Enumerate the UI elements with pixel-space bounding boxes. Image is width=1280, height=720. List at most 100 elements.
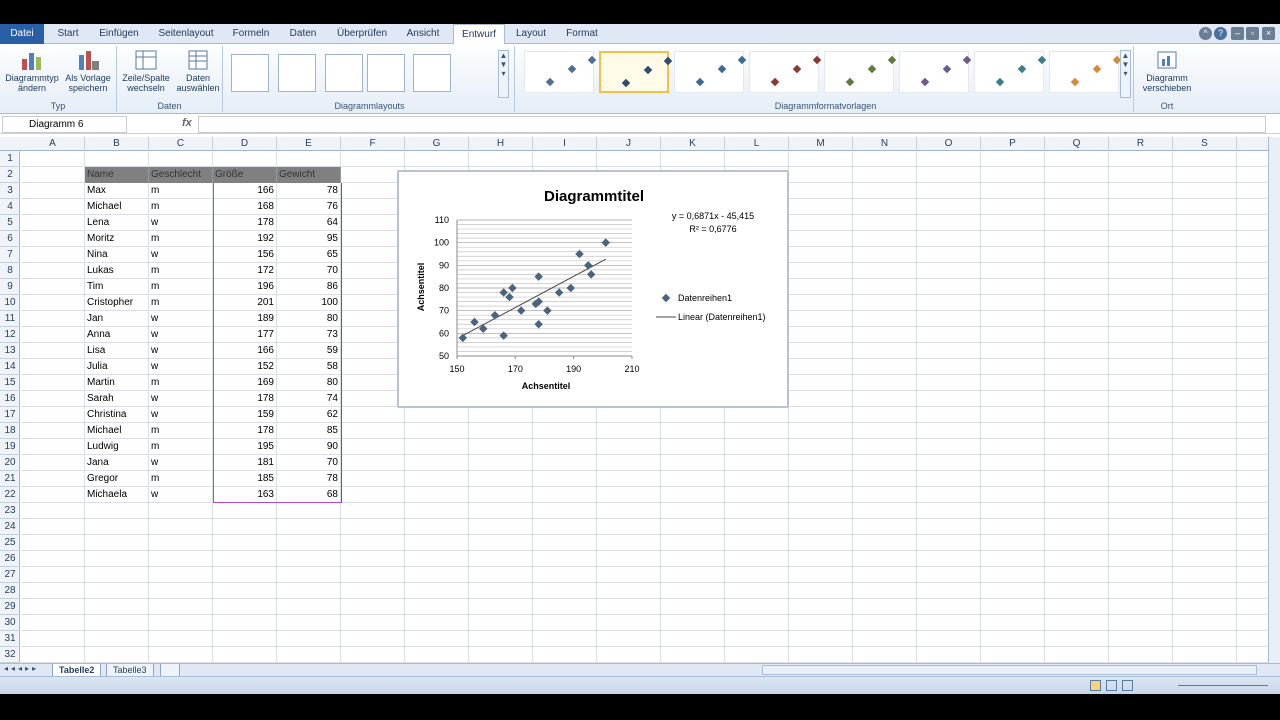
column-header-r[interactable]: R — [1109, 137, 1173, 151]
x-axis-title[interactable]: Achsentitel — [522, 381, 571, 391]
row-header-7[interactable]: 7 — [0, 247, 20, 263]
table-cell[interactable]: Martin — [85, 375, 149, 391]
table-cell[interactable]: Michael — [85, 423, 149, 439]
row-header-24[interactable]: 24 — [0, 519, 20, 535]
row-header-19[interactable]: 19 — [0, 439, 20, 455]
table-cell[interactable]: w — [149, 359, 213, 375]
row-header-13[interactable]: 13 — [0, 343, 20, 359]
table-cell[interactable]: m — [149, 263, 213, 279]
formula-input[interactable] — [198, 116, 1266, 133]
row-header-11[interactable]: 11 — [0, 311, 20, 327]
table-cell[interactable]: m — [149, 199, 213, 215]
tab-ansicht[interactable]: Ansicht — [400, 24, 446, 44]
legend-trendline-label[interactable]: Linear (Datenreihen1) — [678, 312, 766, 322]
row-header-31[interactable]: 31 — [0, 631, 20, 647]
row-header-5[interactable]: 5 — [0, 215, 20, 231]
chart-style-4[interactable] — [749, 51, 822, 93]
table-cell[interactable]: w — [149, 247, 213, 263]
column-header-s[interactable]: S — [1173, 137, 1237, 151]
tab-formeln[interactable]: Formeln — [226, 24, 276, 44]
select-data-button[interactable]: Daten auswählen — [173, 49, 223, 93]
tab-daten[interactable]: Daten — [282, 24, 324, 44]
row-header-3[interactable]: 3 — [0, 183, 20, 199]
table-cell[interactable]: m — [149, 295, 213, 311]
column-header-a[interactable]: A — [21, 137, 85, 151]
table-cell[interactable]: Sarah — [85, 391, 149, 407]
column-header-f[interactable]: F — [341, 137, 405, 151]
table-cell[interactable]: Michael — [85, 199, 149, 215]
column-header-b[interactable]: B — [85, 137, 149, 151]
zoom-slider[interactable] — [1178, 685, 1268, 686]
row-header-17[interactable]: 17 — [0, 407, 20, 423]
tab-einfuegen[interactable]: Einfügen — [92, 24, 146, 44]
table-cell[interactable]: Julia — [85, 359, 149, 375]
column-header-g[interactable]: G — [405, 137, 469, 151]
chart-layout-4[interactable] — [367, 54, 405, 92]
row-header-8[interactable]: 8 — [0, 263, 20, 279]
chart-layout-5[interactable] — [413, 54, 451, 92]
chart-style-3[interactable] — [674, 51, 747, 93]
page-break-view-icon[interactable] — [1122, 680, 1133, 691]
table-header-cell[interactable]: Name — [85, 167, 149, 183]
row-header-9[interactable]: 9 — [0, 279, 20, 295]
column-header-p[interactable]: P — [981, 137, 1045, 151]
tab-entwurf[interactable]: Entwurf — [453, 24, 505, 45]
change-chart-type-button[interactable]: Diagrammtyp ändern — [3, 49, 61, 93]
window-minimize-icon[interactable]: – — [1231, 27, 1244, 40]
fx-icon[interactable]: fx — [182, 117, 192, 129]
table-cell[interactable]: w — [149, 487, 213, 503]
window-close-icon[interactable]: × — [1262, 27, 1275, 40]
table-cell[interactable]: w — [149, 311, 213, 327]
sheet-nav-arrows-icon[interactable]: ◂◂◂▸▸ — [4, 664, 39, 673]
row-header-21[interactable]: 21 — [0, 471, 20, 487]
trendline-r2[interactable]: R² = 0,6776 — [689, 224, 736, 234]
layouts-scroll[interactable]: ▲ ▼ ▾ — [498, 50, 509, 98]
row-header-26[interactable]: 26 — [0, 551, 20, 567]
table-cell[interactable]: Jan — [85, 311, 149, 327]
table-cell[interactable]: Anna — [85, 327, 149, 343]
row-header-32[interactable]: 32 — [0, 647, 20, 663]
row-header-1[interactable]: 1 — [0, 151, 20, 167]
table-cell[interactable]: m — [149, 183, 213, 199]
column-header-l[interactable]: L — [725, 137, 789, 151]
table-cell[interactable]: Lisa — [85, 343, 149, 359]
table-cell[interactable]: Lena — [85, 215, 149, 231]
minimize-ribbon-icon[interactable]: ^ — [1199, 27, 1212, 40]
chart-layout-1[interactable] — [231, 54, 269, 92]
table-cell[interactable]: m — [149, 375, 213, 391]
y-axis-title[interactable]: Achsentitel — [416, 263, 426, 312]
chart-style-1[interactable] — [524, 51, 597, 93]
tab-seitenlayout[interactable]: Seitenlayout — [152, 24, 220, 44]
chart-object[interactable]: 150 170 190 210 50 60 70 80 90 100 110 Diagrammtit… — [397, 170, 789, 408]
chart-style-2[interactable] — [599, 51, 673, 93]
table-cell[interactable]: Jana — [85, 455, 149, 471]
table-cell[interactable]: Nina — [85, 247, 149, 263]
table-cell[interactable]: w — [149, 391, 213, 407]
column-header-q[interactable]: Q — [1045, 137, 1109, 151]
row-header-29[interactable]: 29 — [0, 599, 20, 615]
row-header-23[interactable]: 23 — [0, 503, 20, 519]
table-cell[interactable]: Gregor — [85, 471, 149, 487]
tab-ueberpruefen[interactable]: Überprüfen — [330, 24, 394, 44]
table-cell[interactable]: m — [149, 471, 213, 487]
table-cell[interactable]: m — [149, 439, 213, 455]
tab-format[interactable]: Format — [558, 24, 606, 44]
row-header-10[interactable]: 10 — [0, 295, 20, 311]
move-chart-button[interactable]: Diagramm verschieben — [1139, 49, 1195, 93]
table-cell[interactable]: w — [149, 215, 213, 231]
row-header-2[interactable]: 2 — [0, 167, 20, 183]
table-cell[interactable]: Lukas — [85, 263, 149, 279]
table-cell[interactable]: Cristopher — [85, 295, 149, 311]
row-header-15[interactable]: 15 — [0, 375, 20, 391]
table-cell[interactable]: Christina — [85, 407, 149, 423]
column-header-k[interactable]: K — [661, 137, 725, 151]
column-header-d[interactable]: D — [213, 137, 277, 151]
column-header-c[interactable]: C — [149, 137, 213, 151]
row-header-22[interactable]: 22 — [0, 487, 20, 503]
tab-datei[interactable]: Datei — [0, 24, 44, 44]
tab-start[interactable]: Start — [50, 24, 86, 44]
row-header-6[interactable]: 6 — [0, 231, 20, 247]
table-cell[interactable]: m — [149, 231, 213, 247]
chart-layout-3[interactable] — [325, 54, 363, 92]
switch-row-column-button[interactable]: Zeile/Spalte wechseln — [119, 49, 173, 93]
